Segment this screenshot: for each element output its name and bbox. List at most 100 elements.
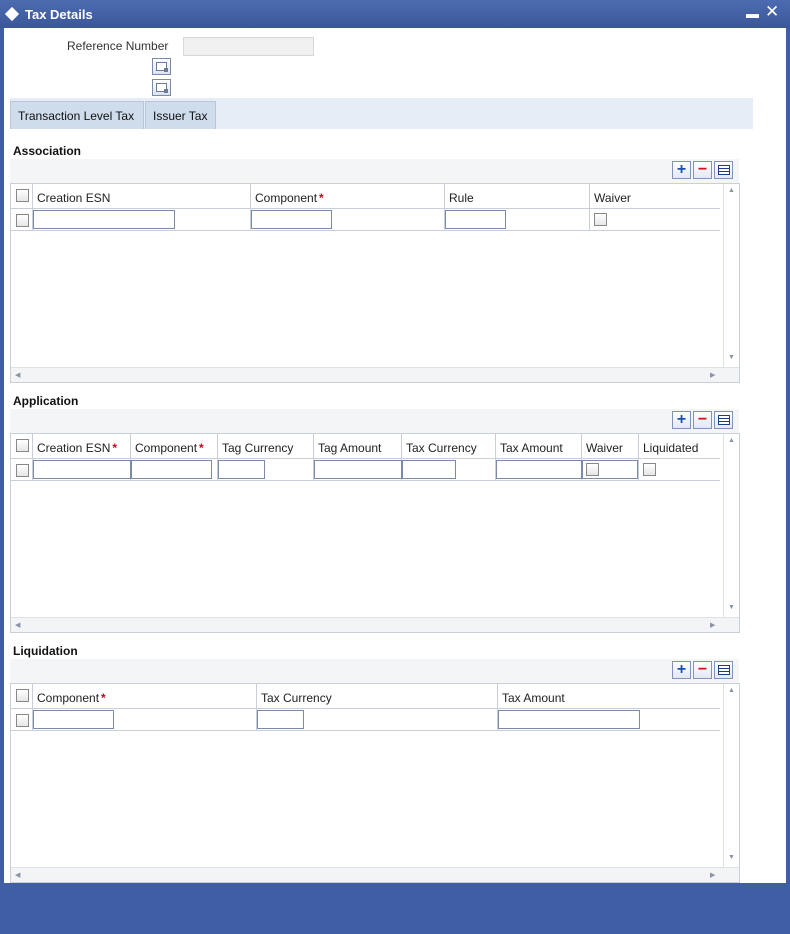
scroll-up-icon[interactable]: ▲ [728,437,735,444]
scroll-left-icon[interactable]: ◀ [15,371,20,379]
scroll-down-icon[interactable]: ▼ [728,354,735,361]
row-select-checkbox[interactable] [16,214,29,227]
association-col-rule: Rule [445,184,590,209]
liquidated-checkbox[interactable] [643,463,656,476]
scroll-right-icon[interactable]: ▶ [710,621,715,629]
tag-currency-input[interactable] [218,460,265,479]
table-row [11,459,720,481]
association-col-waiver: Waiver [594,191,631,205]
tab-transaction-level-tax[interactable]: Transaction Level Tax [10,101,144,129]
component-input[interactable] [251,210,332,229]
table-row [11,209,720,231]
reference-number-label: Reference Number [67,39,169,53]
application-single-view-button[interactable] [714,411,733,429]
tab-issuer-tax[interactable]: Issuer Tax [145,101,216,129]
lookup-icon [156,83,168,93]
association-vertical-scrollbar[interactable]: ▲ ▼ [723,184,739,368]
liquidation-col-component: Component * [33,684,257,709]
close-icon[interactable]: ✕ [765,3,779,21]
association-col-creation-esn: Creation ESN [33,184,251,209]
scroll-left-icon[interactable]: ◀ [15,871,20,879]
liquidation-title: Liquidation [13,644,78,658]
scroll-up-icon[interactable]: ▲ [728,187,735,194]
tax-currency-input[interactable] [257,710,304,729]
application-col-tag-currency: Tag Currency [218,434,314,459]
creation-esn-input[interactable] [33,210,175,229]
liquidation-vertical-scrollbar[interactable]: ▲ ▼ [723,684,739,868]
application-header-row: Creation ESN * Component * Tag Currency Ta… [11,434,720,459]
application-vertical-scrollbar[interactable]: ▲ ▼ [723,434,739,618]
grid-view-icon [717,665,730,675]
table-row [11,709,720,731]
waiver-checkbox[interactable] [586,463,599,476]
lookup-icon [156,62,168,72]
grid-view-icon [717,415,730,425]
tag-amount-input[interactable] [314,460,402,479]
grid-view-icon [717,165,730,175]
scroll-right-icon[interactable]: ▶ [710,871,715,879]
required-marker: * [101,691,106,705]
tax-details-window: Tax Details ▬ ✕ Reference Number Transac… [0,0,790,934]
scroll-down-icon[interactable]: ▼ [728,604,735,611]
scroll-up-icon[interactable]: ▲ [728,687,735,694]
required-marker: * [199,441,204,455]
tax-amount-input[interactable] [496,460,582,479]
creation-esn-input[interactable] [33,460,131,479]
application-add-button[interactable]: + [672,411,691,429]
liquidation-horizontal-scrollbar[interactable]: ◀ ▶ [11,867,739,882]
application-col-tag-amount: Tag Amount [314,434,402,459]
row-select-checkbox[interactable] [16,714,29,727]
liquidation-col-tax-amount: Tax Amount [502,691,565,705]
required-marker: * [319,191,324,205]
association-delete-button[interactable]: − [693,161,712,179]
association-add-button[interactable]: + [672,161,691,179]
scroll-left-icon[interactable]: ◀ [15,621,20,629]
minimize-icon[interactable]: ▬ [746,7,759,21]
application-select-all-checkbox[interactable] [16,439,29,452]
association-horizontal-scrollbar[interactable]: ◀ ▶ [11,367,739,382]
required-marker: * [112,441,118,455]
waiver-checkbox[interactable] [594,213,607,226]
liquidation-col-tax-currency: Tax Currency [257,684,498,709]
scroll-down-icon[interactable]: ▼ [728,854,735,861]
liquidation-add-button[interactable]: + [672,661,691,679]
liquidation-single-view-button[interactable] [714,661,733,679]
component-input[interactable] [131,460,212,479]
application-col-component: Component * [131,434,218,459]
application-col-tax-currency: Tax Currency [402,434,496,459]
lookup-button-2[interactable] [152,79,171,96]
association-title: Association [13,144,82,158]
liquidation-select-all-checkbox[interactable] [16,689,29,702]
dialog-footer [0,883,790,934]
application-grid: Creation ESN * Component * Tag Currency Ta… [10,433,740,633]
liquidation-header-row: Component * Tax Currency Tax Amount [11,684,720,709]
tax-currency-input[interactable] [402,460,456,479]
window-title: Tax Details [25,7,93,22]
application-col-tax-amount: Tax Amount [496,434,582,459]
association-header-row: Creation ESN Component * Rule Waiver [11,184,720,209]
scroll-right-icon[interactable]: ▶ [710,371,715,379]
application-horizontal-scrollbar[interactable]: ◀ ▶ [11,617,739,632]
application-col-waiver: Waiver [582,434,639,459]
liquidation-grid: Component * Tax Currency Tax Amount ▲ ▼ ◀… [10,683,740,883]
association-single-view-button[interactable] [714,161,733,179]
rule-input[interactable] [445,210,506,229]
association-col-component: Component * [251,184,445,209]
application-delete-button[interactable]: − [693,411,712,429]
lookup-button-1[interactable] [152,58,171,75]
application-col-liquidated: Liquidated [643,441,699,455]
title-bar: Tax Details ▬ ✕ [0,0,790,28]
reference-number-field[interactable] [183,37,314,56]
row-select-checkbox[interactable] [16,464,29,477]
application-title: Application [13,394,79,408]
window-icon [4,6,20,22]
component-input[interactable] [33,710,114,729]
liquidation-delete-button[interactable]: − [693,661,712,679]
tax-amount-input[interactable] [498,710,640,729]
liquidation-toolbar: + − [10,659,739,683]
association-select-all-checkbox[interactable] [16,189,29,202]
tab-bar: Transaction Level Tax Issuer Tax [10,98,753,129]
dialog-body: Reference Number Transaction Level Tax I… [4,28,786,883]
association-grid: Creation ESN Component * Rule Waiver ▲ ▼ … [10,183,740,383]
application-col-creation-esn: Creation ESN * [33,434,131,459]
